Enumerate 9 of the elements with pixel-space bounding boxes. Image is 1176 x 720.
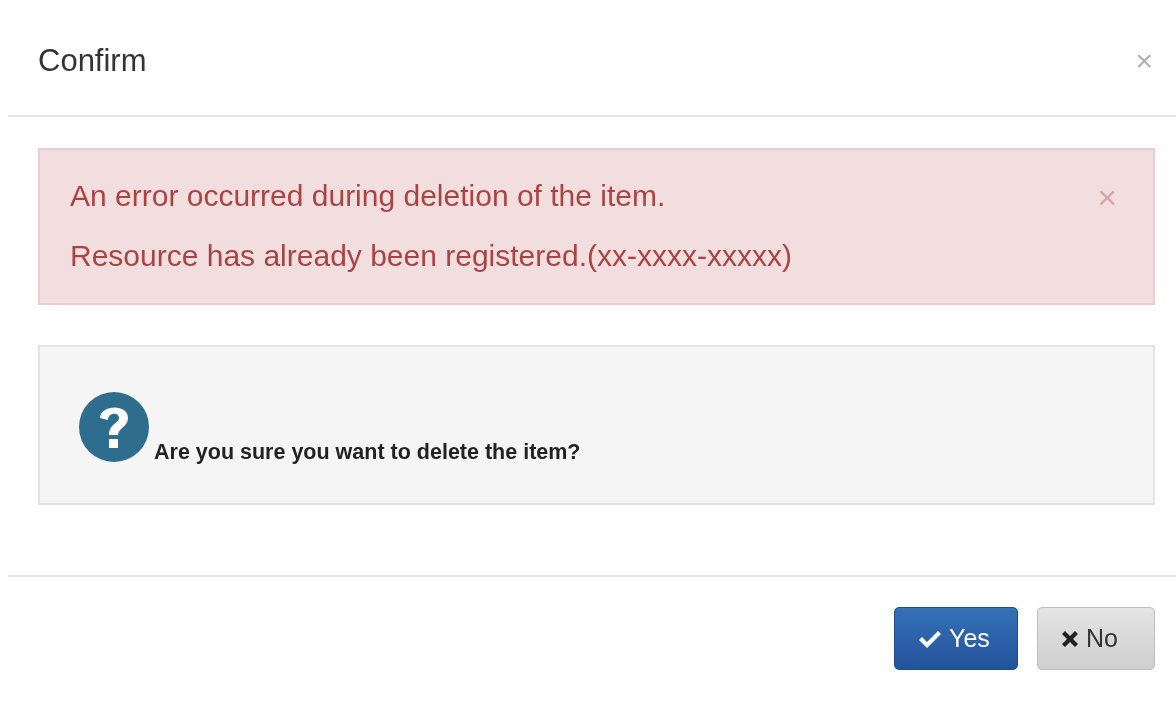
yes-button[interactable]: Yes bbox=[894, 607, 1018, 670]
no-button[interactable]: No bbox=[1037, 607, 1155, 670]
error-message: An error occurred during deletion of the item. bbox=[70, 178, 667, 214]
question-text: Are you sure you want to delete the item? bbox=[154, 440, 581, 465]
x-icon bbox=[1060, 628, 1080, 649]
dialog-title: Confirm bbox=[38, 42, 147, 79]
error-message: Resource has already been registered.(xx-xxxx-xxxxx) bbox=[70, 238, 792, 274]
check-icon bbox=[917, 628, 943, 649]
question-icon bbox=[78, 391, 150, 463]
